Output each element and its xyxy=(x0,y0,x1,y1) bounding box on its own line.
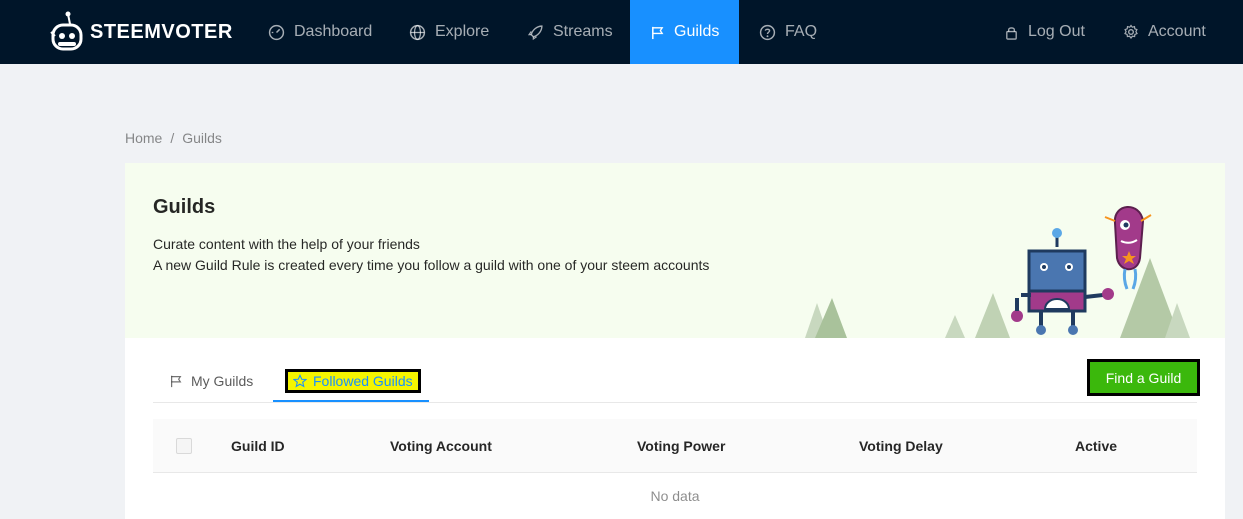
question-circle-icon xyxy=(759,24,776,40)
lock-icon xyxy=(1006,26,1017,40)
nav-faq-label: FAQ xyxy=(785,23,818,40)
top-navigation: STEEMVOTER Dashboard Explore Streams Gui… xyxy=(0,0,1243,64)
tab-followed-guilds-label: Followed Guilds xyxy=(313,373,413,389)
nav-account-label: Account xyxy=(1148,23,1206,40)
nav-explore-label: Explore xyxy=(435,23,490,40)
column-voting-power[interactable]: Voting Power xyxy=(637,419,725,472)
find-guild-button-frame: Find a Guild xyxy=(1087,359,1200,396)
column-guild-id[interactable]: Guild ID xyxy=(231,419,285,472)
brand-logo[interactable]: STEEMVOTER xyxy=(48,0,233,64)
page-description-line-1: Curate content with the help of your fri… xyxy=(153,236,420,252)
brand-name: STEEMVOTER xyxy=(90,20,233,43)
breadcrumb-home[interactable]: Home xyxy=(125,130,162,146)
nav-dashboard-label: Dashboard xyxy=(294,23,373,40)
column-voting-delay[interactable]: Voting Delay xyxy=(859,419,943,472)
tab-followed-guilds[interactable]: Followed Guilds xyxy=(285,360,421,402)
find-guild-button[interactable]: Find a Guild xyxy=(1090,362,1197,393)
select-all-checkbox[interactable] xyxy=(176,438,192,454)
followed-guilds-highlight: Followed Guilds xyxy=(285,369,421,393)
breadcrumb-separator: / xyxy=(170,130,175,146)
guilds-table-header: Guild ID Voting Account Voting Power Vot… xyxy=(153,419,1197,473)
breadcrumb-current: Guilds xyxy=(182,130,222,146)
star-icon xyxy=(293,374,307,388)
robots-illustration xyxy=(805,206,1190,338)
nav-dashboard[interactable]: Dashboard xyxy=(268,0,372,64)
globe-icon xyxy=(409,24,426,40)
empty-table-message: No data xyxy=(650,488,700,504)
guild-tabs: My Guilds Followed Guilds xyxy=(153,360,1197,403)
page-title: Guilds xyxy=(153,196,216,218)
page-description-line-2: A new Guild Rule is created every time y… xyxy=(153,257,710,273)
robot-logo-icon xyxy=(50,11,83,51)
guilds-content-card: My Guilds Followed Guilds Find a Guild G… xyxy=(125,338,1225,519)
gear-icon xyxy=(1124,24,1138,39)
guilds-header-card: Guilds Curate content with the help of y… xyxy=(125,163,1225,338)
tab-my-guilds[interactable]: My Guilds xyxy=(169,360,253,402)
nav-explore[interactable]: Explore xyxy=(409,0,489,64)
nav-guilds[interactable]: Guilds xyxy=(630,0,739,64)
nav-guilds-label: Guilds xyxy=(674,23,720,40)
rocket-icon xyxy=(527,24,543,40)
flag-icon xyxy=(652,26,664,39)
flag-icon xyxy=(171,375,182,388)
column-active[interactable]: Active xyxy=(1075,419,1117,472)
nav-faq[interactable]: FAQ xyxy=(759,0,817,64)
tab-my-guilds-label: My Guilds xyxy=(191,373,254,389)
dashboard-icon xyxy=(268,24,285,40)
nav-logout[interactable]: Log Out xyxy=(1004,0,1085,64)
nav-streams-label: Streams xyxy=(553,23,613,40)
nav-account[interactable]: Account xyxy=(1123,0,1206,64)
nav-logout-label: Log Out xyxy=(1028,23,1085,40)
breadcrumb: Home / Guilds xyxy=(125,130,222,146)
column-voting-account[interactable]: Voting Account xyxy=(390,419,492,472)
nav-streams[interactable]: Streams xyxy=(527,0,613,64)
active-tab-indicator xyxy=(273,400,429,402)
